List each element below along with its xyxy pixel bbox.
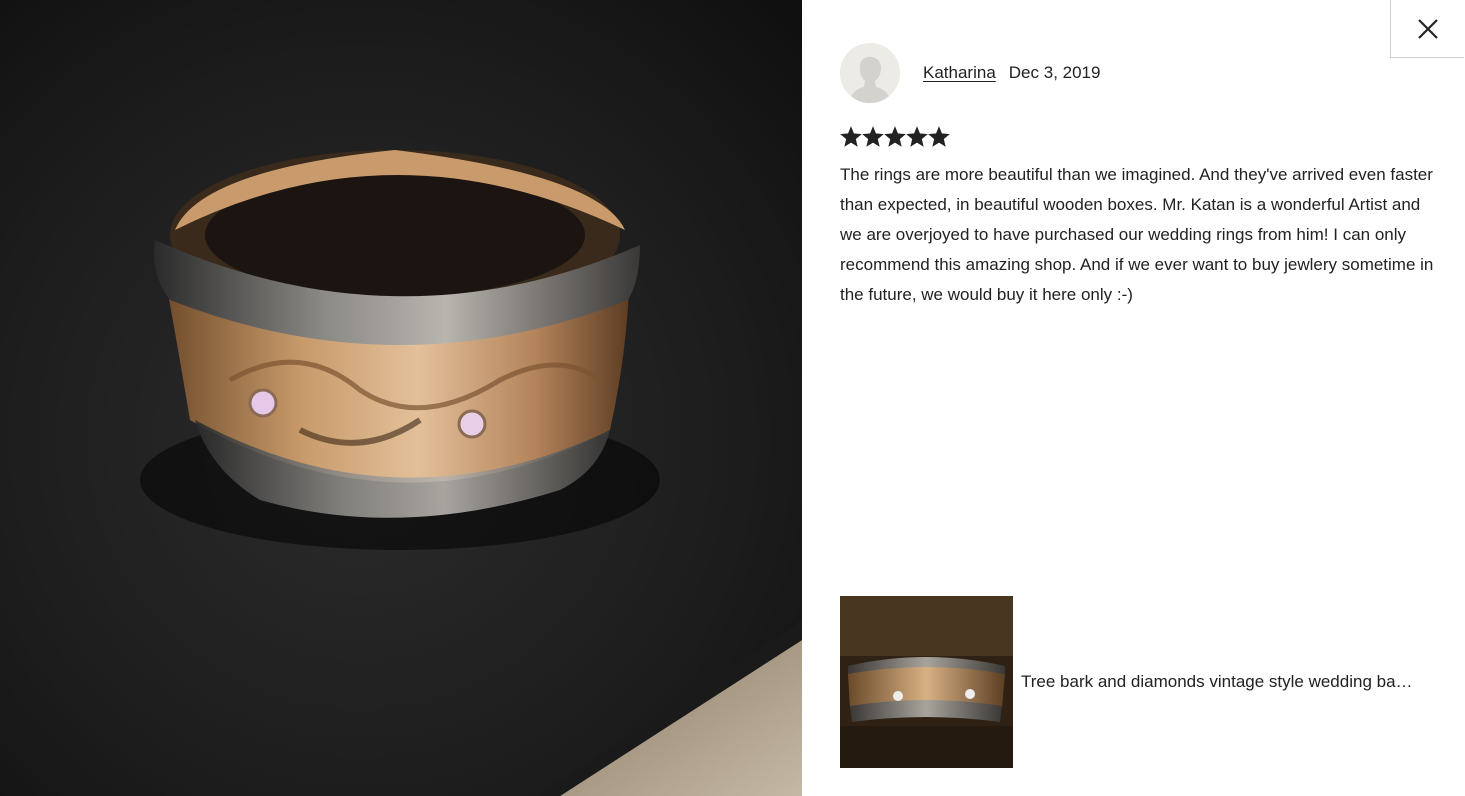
star-icon (906, 126, 928, 147)
listing-title[interactable]: Tree bark and diamonds vintage style wed… (1021, 672, 1453, 692)
review-text: The rings are more beautiful than we ima… (840, 165, 1434, 304)
reviewer-info: Katharina Dec 3, 2019 (840, 43, 1100, 103)
user-silhouette-icon (840, 43, 900, 103)
listing-link[interactable]: Tree bark and diamonds vintage style wed… (840, 596, 1453, 768)
listing-thumbnail[interactable] (840, 596, 1013, 768)
star-icon (884, 126, 906, 147)
ring-thumbnail-image (840, 596, 1013, 768)
review-date: Dec 3, 2019 (1008, 63, 1101, 82)
star-rating (840, 126, 950, 148)
close-button[interactable] (1390, 0, 1464, 58)
reviewer-name-link[interactable]: Katharina (923, 63, 996, 83)
star-icon (862, 126, 884, 147)
review-photo (0, 0, 802, 796)
avatar[interactable] (840, 43, 900, 103)
close-icon (1417, 18, 1438, 39)
ring-photo (0, 0, 802, 796)
review-detail-panel: Katharina Dec 3, 2019 The rings are more… (802, 0, 1465, 796)
star-icon (928, 126, 950, 147)
star-icon (840, 126, 862, 147)
